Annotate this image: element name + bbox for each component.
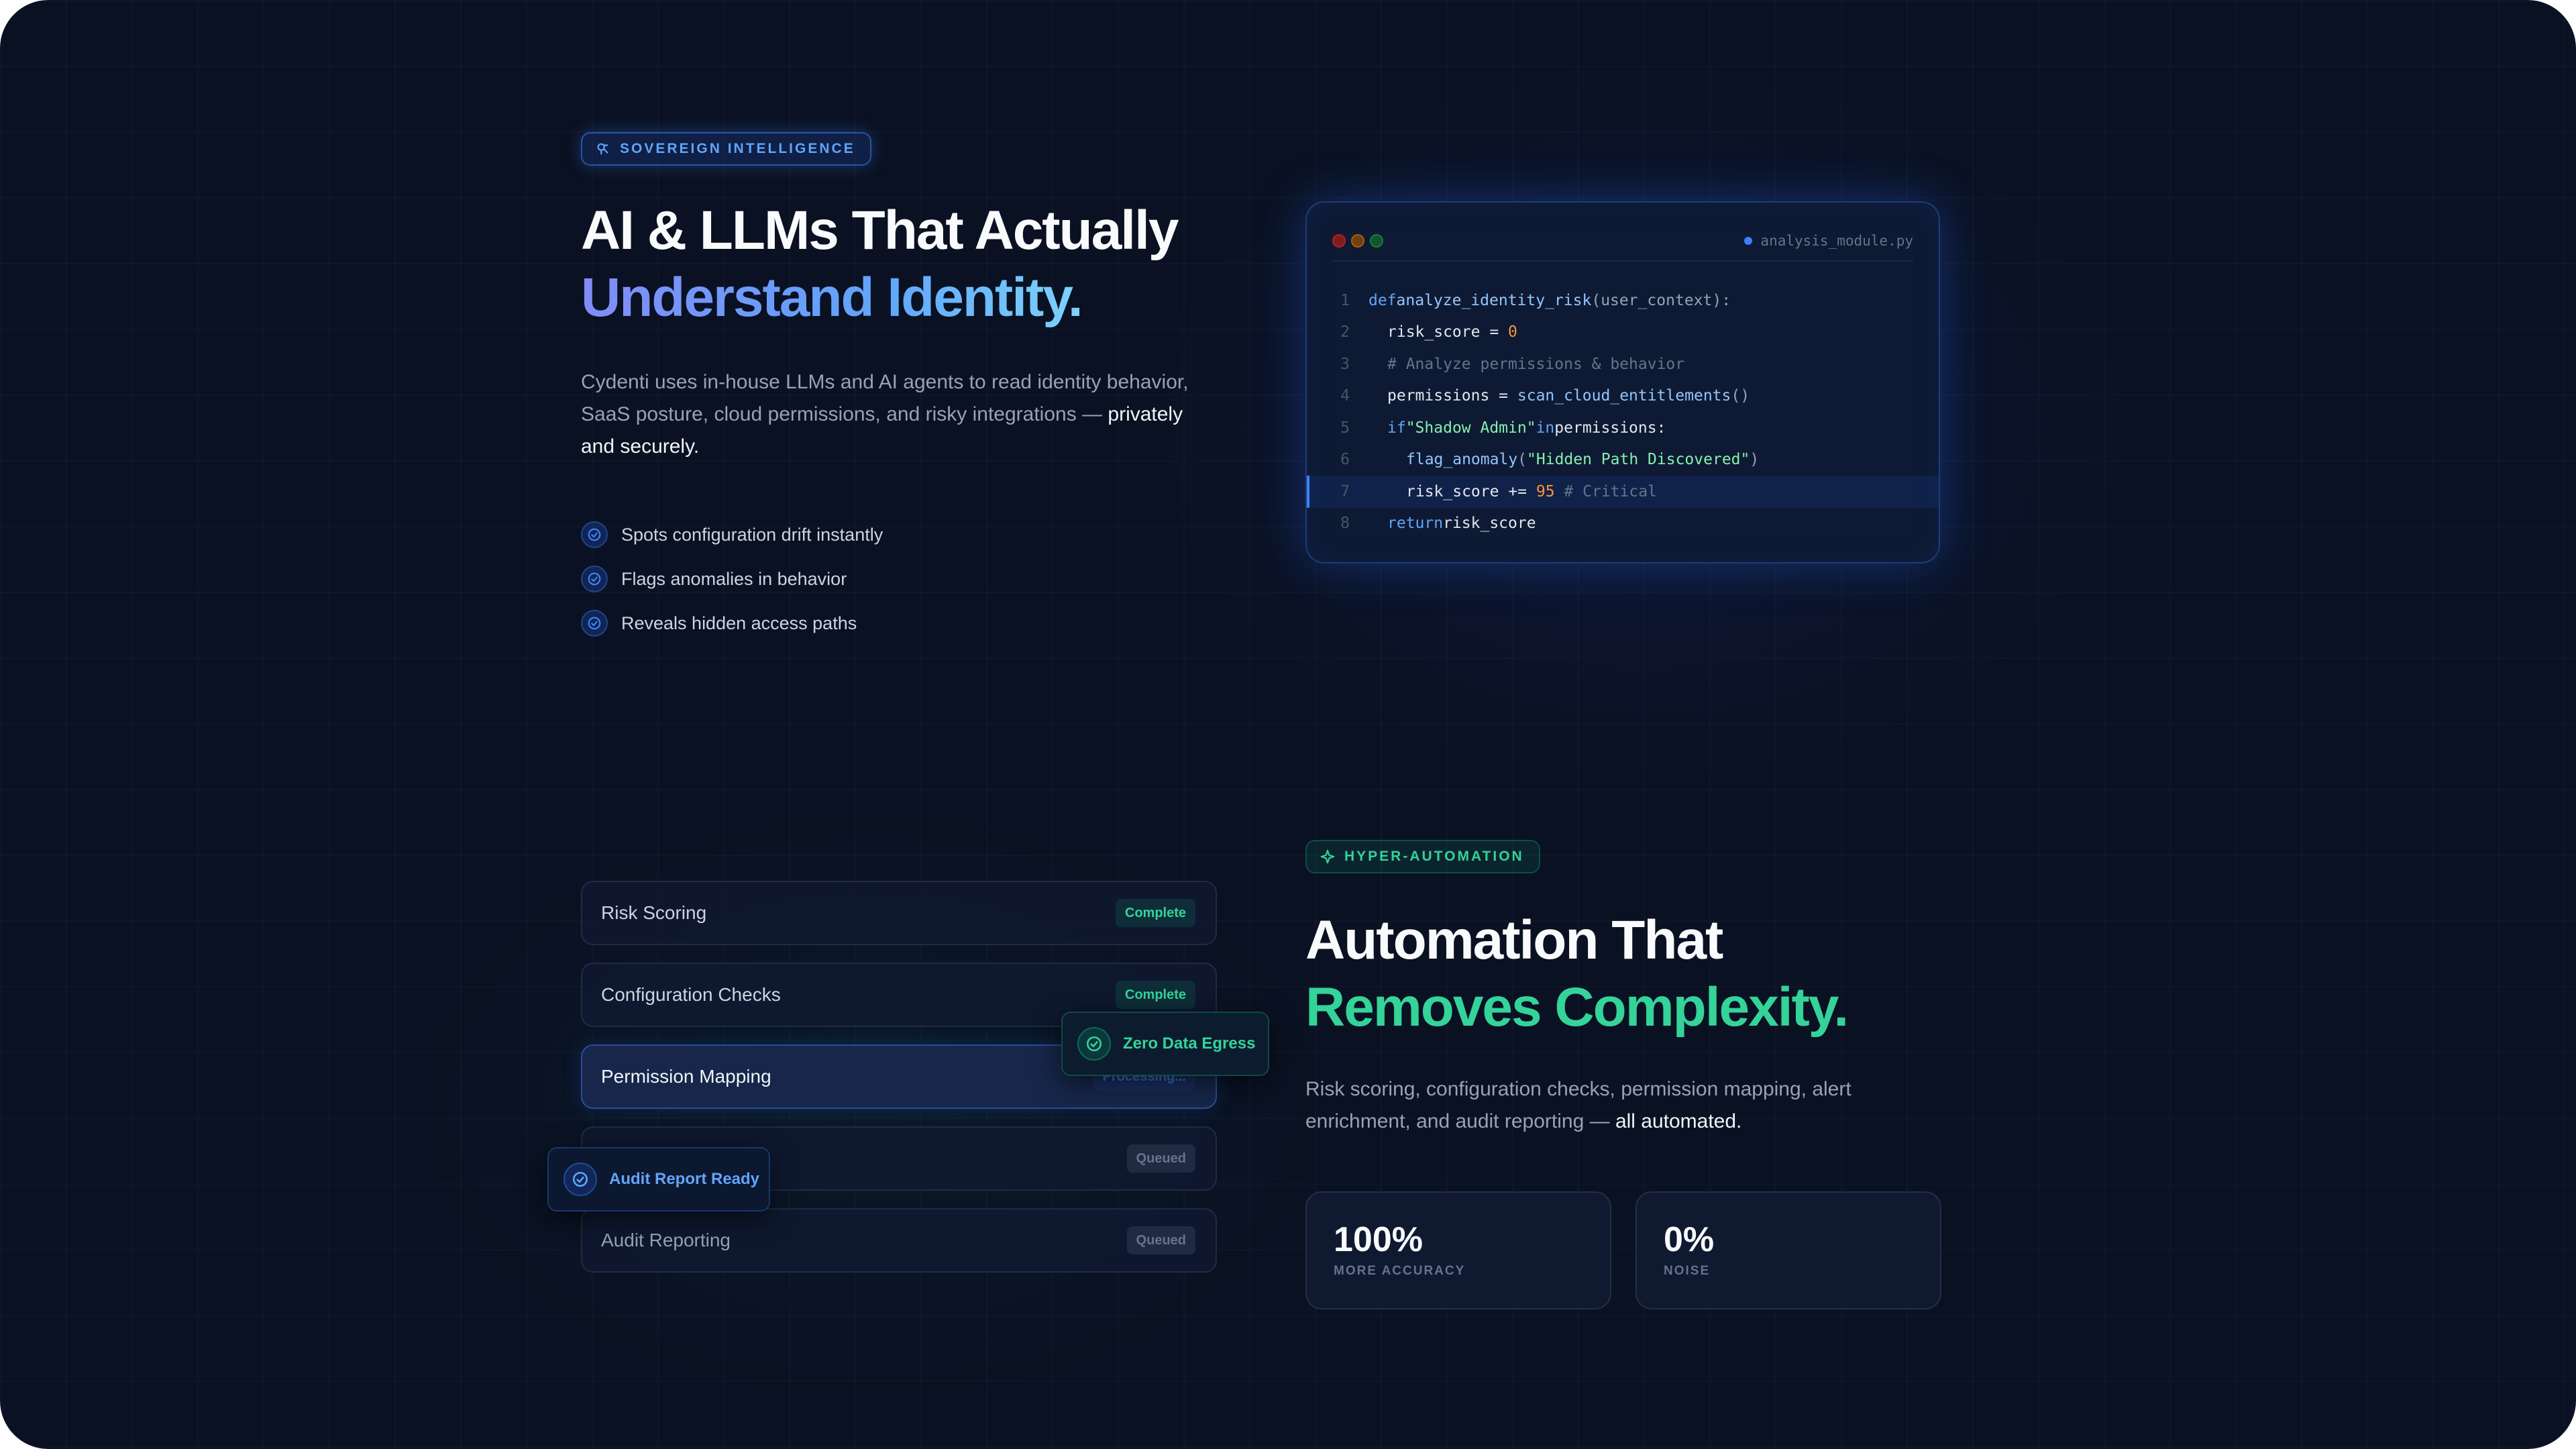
- code-window-titlebar: analysis_module.py: [1332, 221, 1913, 262]
- intelligence-description: Cydenti uses in-house LLMs and AI agents…: [581, 366, 1212, 463]
- line-number: 4: [1340, 387, 1350, 405]
- description-text: Risk scoring, configuration checks, perm…: [1305, 1078, 1851, 1132]
- code-editor-window: analysis_module.py 1 def analyze_identity_…: [1305, 201, 1940, 564]
- code-string: "Shadow Admin": [1405, 419, 1536, 437]
- task-audit-reporting[interactable]: Audit Reporting Queued: [581, 1208, 1217, 1273]
- check-item: Spots configuration drift instantly: [581, 513, 883, 557]
- automation-description: Risk scoring, configuration checks, perm…: [1305, 1073, 1909, 1138]
- status-badge: Complete: [1115, 981, 1195, 1009]
- description-text: Cydenti uses in-house LLMs and AI agents…: [581, 371, 1189, 425]
- intelligence-heading-line1: AI & LLMs That Actually: [581, 200, 1179, 261]
- code-line: 8 return risk_score: [1307, 508, 1939, 540]
- code-text: (: [1517, 451, 1527, 469]
- stat-card-noise: 0% Noise: [1635, 1191, 1941, 1309]
- sovereign-intelligence-badge: Sovereign Intelligence: [581, 132, 871, 166]
- task-name: Risk Scoring: [601, 902, 707, 923]
- line-number: 6: [1340, 451, 1350, 469]
- line-number: 3: [1340, 355, 1350, 373]
- minimize-dot[interactable]: [1351, 234, 1364, 248]
- status-badge: Complete: [1115, 899, 1195, 927]
- line-number: 2: [1340, 323, 1350, 341]
- task-name: Permission Mapping: [601, 1066, 771, 1087]
- code-function: scan_cloud_entitlements: [1517, 387, 1731, 405]
- hyper-automation-badge: Hyper-Automation: [1305, 840, 1540, 873]
- audit-report-ready-toast: Audit Report Ready: [547, 1147, 770, 1212]
- automation-heading-line1: Automation That: [1305, 910, 1723, 971]
- line-number: 5: [1340, 419, 1350, 437]
- check-circle-icon: [1077, 1027, 1111, 1061]
- file-status-dot: [1744, 237, 1753, 245]
- code-keyword: return: [1387, 515, 1444, 533]
- toast-label: Audit Report Ready: [609, 1170, 760, 1188]
- code-line: 3 # Analyze permissions & behavior: [1307, 348, 1939, 380]
- line-number: 7: [1340, 482, 1350, 500]
- code-line: 5 if "Shadow Admin" in permissions:: [1307, 412, 1939, 444]
- code-text: (): [1731, 387, 1750, 405]
- check-item: Flags anomalies in behavior: [581, 557, 883, 601]
- status-badge: Queued: [1126, 1226, 1195, 1254]
- code-string: "Hidden Path Discovered": [1527, 451, 1750, 469]
- feature-check-list: Spots configuration drift instantly Flag…: [581, 513, 883, 645]
- stat-value: 0%: [1664, 1220, 1715, 1259]
- task-name: Configuration Checks: [601, 984, 781, 1005]
- description-emphasis: all automated.: [1615, 1110, 1742, 1132]
- code-text: permissions:: [1554, 419, 1666, 437]
- code-text: ): [1750, 451, 1760, 469]
- badge-label: Sovereign Intelligence: [620, 141, 855, 156]
- code-text: risk_score: [1443, 515, 1536, 533]
- check-circle-icon: [581, 521, 608, 548]
- check-item: Reveals hidden access paths: [581, 601, 883, 645]
- stat-card-accuracy: 100% More Accuracy: [1305, 1191, 1611, 1309]
- status-badge: Queued: [1126, 1144, 1195, 1173]
- stat-label: Noise: [1664, 1264, 1711, 1278]
- code-text: risk_score +=: [1406, 482, 1536, 500]
- toast-label: Zero Data Egress: [1123, 1034, 1256, 1053]
- badge-label: Hyper-Automation: [1344, 849, 1524, 864]
- code-number: 95: [1536, 482, 1555, 500]
- code-line-highlighted: 7 risk_score += 95 # Critical: [1307, 476, 1939, 508]
- code-number: 0: [1508, 323, 1517, 341]
- check-circle-icon: [581, 610, 608, 637]
- window-controls: [1332, 234, 1383, 248]
- code-line: 2 risk_score = 0: [1307, 317, 1939, 349]
- code-function: flag_anomaly: [1406, 451, 1518, 469]
- code-comment: # Critical: [1554, 482, 1657, 500]
- code-line: 6 flag_anomaly("Hidden Path Discovered"): [1307, 444, 1939, 476]
- check-circle-icon: [581, 566, 608, 592]
- check-label: Flags anomalies in behavior: [621, 568, 847, 589]
- maximize-dot[interactable]: [1370, 234, 1383, 248]
- code-keyword: if: [1387, 419, 1406, 437]
- intelligence-heading-line2: Understand Identity.: [581, 264, 1083, 331]
- file-name: analysis_module.py: [1760, 233, 1913, 249]
- code-text: risk_score =: [1387, 323, 1509, 341]
- check-circle-icon: [564, 1163, 597, 1196]
- code-function: analyze_identity_risk: [1396, 291, 1592, 309]
- close-dot[interactable]: [1332, 234, 1346, 248]
- sparkle-icon: [1320, 849, 1335, 864]
- code-text: (user_context):: [1591, 291, 1731, 309]
- check-label: Spots configuration drift instantly: [621, 524, 883, 545]
- line-number: 1: [1340, 291, 1350, 309]
- task-risk-scoring[interactable]: Risk Scoring Complete: [581, 881, 1217, 945]
- stat-label: More Accuracy: [1334, 1264, 1466, 1278]
- code-comment: # Analyze permissions & behavior: [1387, 355, 1685, 373]
- code-line: 1 def analyze_identity_risk (user_context):: [1307, 284, 1939, 317]
- code-body: 1 def analyze_identity_risk (user_context):…: [1307, 284, 1939, 539]
- code-line: 4 permissions = scan_cloud_entitlements(): [1307, 380, 1939, 413]
- code-keyword: in: [1536, 419, 1555, 437]
- file-tab[interactable]: analysis_module.py: [1744, 233, 1913, 249]
- page: Sovereign Intelligence AI & LLMs That Ac…: [0, 0, 2576, 1449]
- task-name: Audit Reporting: [601, 1230, 731, 1250]
- check-label: Reveals hidden access paths: [621, 612, 857, 633]
- brain-icon: [597, 143, 608, 155]
- zero-data-egress-toast: Zero Data Egress: [1061, 1012, 1269, 1076]
- code-text: permissions =: [1387, 387, 1517, 405]
- line-number: 8: [1340, 515, 1350, 533]
- stat-value: 100%: [1334, 1220, 1423, 1259]
- automation-heading-line2: Removes Complexity.: [1305, 977, 1849, 1038]
- code-keyword: def: [1368, 291, 1397, 309]
